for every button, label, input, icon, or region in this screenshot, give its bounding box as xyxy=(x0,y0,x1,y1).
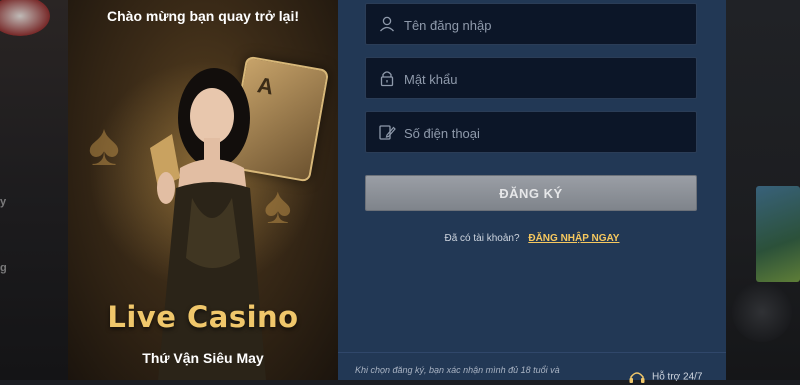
promo-banner: ♠ ♠ A Chào mừng bạn quay trở lại! Live C… xyxy=(68,0,338,380)
phone-edit-icon xyxy=(379,125,396,140)
have-account-label: Đã có tài khoản? xyxy=(444,233,520,244)
support-label: Hỗ trợ 24/7 xyxy=(652,371,703,383)
password-input[interactable] xyxy=(402,58,691,100)
welcome-heading: Chào mừng bạn quay trở lại! xyxy=(107,8,299,24)
lock-icon xyxy=(380,71,394,87)
login-prompt: Đã có tài khoản? ĐĂNG NHẬP NGAY xyxy=(338,233,726,244)
registration-form-panel: ĐĂNG KÝ Đã có tài khoản? ĐĂNG NHẬP NGAY … xyxy=(338,0,726,383)
register-button[interactable]: ĐĂNG KÝ xyxy=(365,175,697,211)
background-text-fragment: y xyxy=(0,196,7,208)
background-decoration xyxy=(732,282,792,342)
form-footer: Khi chọn đăng ký, bạn xác nhận mình đủ 1… xyxy=(338,352,726,383)
promo-headline: Live Casino xyxy=(107,300,299,334)
user-icon xyxy=(380,16,394,32)
background-right-blur xyxy=(726,0,800,380)
username-input[interactable] xyxy=(402,4,691,46)
support-link[interactable]: Hỗ trợ 24/7 xyxy=(628,369,702,385)
promo-subheadline: Thứ Vận Siêu May xyxy=(142,350,264,366)
password-field[interactable] xyxy=(365,57,697,100)
background-text-fragment: g xyxy=(0,262,7,274)
background-left-blur: y g xyxy=(0,0,68,380)
background-game-thumbnail xyxy=(756,186,800,282)
phone-field[interactable] xyxy=(365,111,697,154)
login-now-link[interactable]: ĐĂNG NHẬP NGAY xyxy=(528,233,619,244)
headset-icon xyxy=(629,372,645,383)
terms-notice: Khi chọn đăng ký, bạn xác nhận mình đủ 1… xyxy=(355,365,560,375)
spade-decoration-icon: ♠ xyxy=(88,111,120,178)
phone-input[interactable] xyxy=(402,112,691,154)
username-field[interactable] xyxy=(365,3,697,46)
background-chip-decoration xyxy=(0,0,50,36)
